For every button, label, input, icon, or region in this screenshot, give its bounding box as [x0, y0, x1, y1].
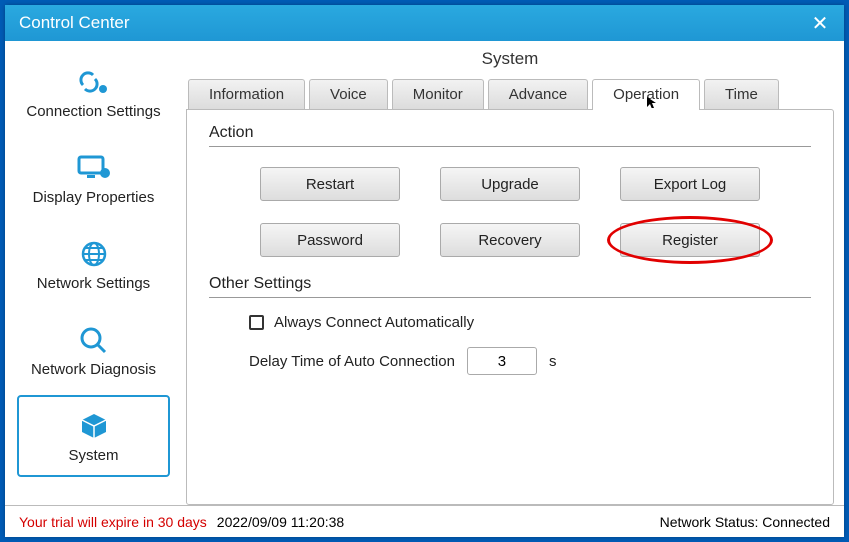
restart-button[interactable]: Restart: [260, 167, 400, 201]
sidebar-item-display-properties[interactable]: Display Properties: [17, 137, 170, 219]
tab-time[interactable]: Time: [704, 79, 779, 109]
cube-icon: [73, 409, 115, 443]
sidebar-item-label: Network Settings: [37, 275, 150, 292]
trial-warning: Your trial will expire in 30 days: [19, 514, 207, 530]
magnifier-icon: [73, 323, 115, 357]
export-log-button[interactable]: Export Log: [620, 167, 760, 201]
monitor-icon: [73, 151, 115, 185]
sidebar-item-network-diagnosis[interactable]: Network Diagnosis: [17, 309, 170, 391]
window: Control Center ✕ Connection Settings Dis…: [5, 5, 844, 537]
section-title-action: Action: [209, 124, 811, 142]
delay-unit: s: [549, 353, 557, 370]
divider: [209, 297, 811, 298]
sidebar-item-label: System: [68, 447, 118, 464]
sidebar-item-system[interactable]: System: [17, 395, 170, 477]
page-title: System: [186, 41, 834, 79]
auto-connect-label: Always Connect Automatically: [274, 314, 474, 331]
upgrade-button[interactable]: Upgrade: [440, 167, 580, 201]
globe-icon: [73, 237, 115, 271]
auto-connect-row: Always Connect Automatically: [249, 314, 811, 331]
delay-row: Delay Time of Auto Connection s: [249, 347, 811, 375]
tab-bar: Information Voice Monitor Advance Operat…: [186, 79, 834, 109]
tab-operation[interactable]: Operation: [592, 79, 700, 109]
window-title: Control Center: [19, 13, 130, 33]
statusbar: Your trial will expire in 30 days 2022/0…: [5, 505, 844, 537]
network-status: Network Status: Connected: [660, 514, 830, 530]
sidebar-item-label: Display Properties: [33, 189, 155, 206]
sidebar-item-connection-settings[interactable]: Connection Settings: [17, 51, 170, 133]
register-button[interactable]: Register: [620, 223, 760, 257]
delay-input[interactable]: [467, 347, 537, 375]
tab-monitor[interactable]: Monitor: [392, 79, 484, 109]
delay-label: Delay Time of Auto Connection: [249, 353, 455, 370]
close-button[interactable]: ✕: [806, 9, 834, 37]
tab-information[interactable]: Information: [188, 79, 305, 109]
section-title-other: Other Settings: [209, 275, 811, 293]
recovery-button[interactable]: Recovery: [440, 223, 580, 257]
password-button[interactable]: Password: [260, 223, 400, 257]
tab-panel: Action Restart Upgrade Export Log Passwo…: [186, 109, 834, 505]
sidebar: Connection Settings Display Properties N…: [5, 41, 182, 505]
body: Connection Settings Display Properties N…: [5, 41, 844, 505]
tab-label: Operation: [613, 86, 679, 103]
titlebar: Control Center ✕: [5, 5, 844, 41]
main: System Information Voice Monitor Advance…: [182, 41, 844, 505]
status-timestamp: 2022/09/09 11:20:38: [217, 514, 344, 530]
sidebar-item-network-settings[interactable]: Network Settings: [17, 223, 170, 305]
sidebar-item-label: Network Diagnosis: [31, 361, 156, 378]
action-buttons: Restart Upgrade Export Log Password Reco…: [209, 163, 811, 275]
sidebar-item-label: Connection Settings: [26, 103, 160, 120]
divider: [209, 146, 811, 147]
other-settings: Always Connect Automatically Delay Time …: [209, 314, 811, 375]
auto-connect-checkbox[interactable]: [249, 315, 264, 330]
tab-voice[interactable]: Voice: [309, 79, 388, 109]
tab-advance[interactable]: Advance: [488, 79, 588, 109]
link-icon: [73, 65, 115, 99]
close-icon: ✕: [812, 11, 829, 36]
